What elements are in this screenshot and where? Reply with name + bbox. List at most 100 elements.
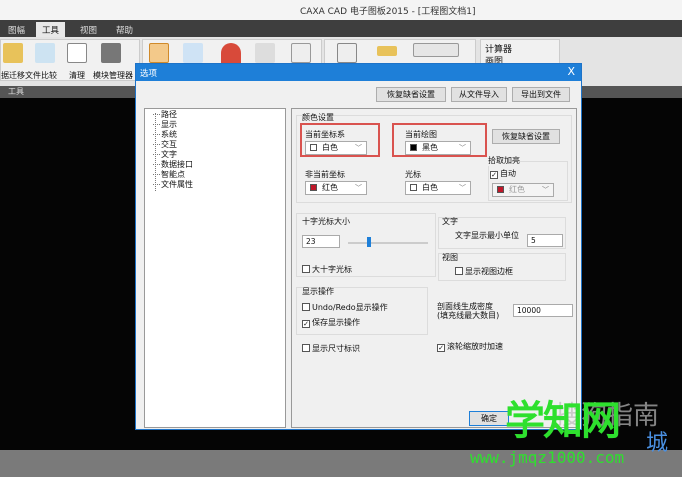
color-swatch xyxy=(497,186,504,193)
ok-button[interactable]: 确定 xyxy=(469,411,509,426)
text-style-icon[interactable] xyxy=(413,43,459,57)
ribbon-group-tools: 据迁移 文件比较 清理 模块管理器 xyxy=(0,39,140,81)
save-display-ops-label: 保存显示操作 xyxy=(312,318,360,327)
migrate-icon[interactable] xyxy=(3,43,23,63)
tab-view[interactable]: 视图 xyxy=(74,22,103,37)
color-restore-button[interactable]: 恢复缺省设置 xyxy=(492,129,560,144)
text-group-label: 文字 xyxy=(442,217,458,226)
options-dialog: 选项 X 恢复缺省设置 从文件导入 导出到文件 路径 显示 系统 交互 文字 数… xyxy=(135,63,582,430)
dialog-title: 选项 xyxy=(140,69,158,79)
show-view-border-checkbox[interactable]: 显示视图边框 xyxy=(455,266,513,277)
cursor-color-value: 白色 xyxy=(422,183,438,192)
hatch-label-1: 剖面线生成密度 xyxy=(437,302,493,311)
highlight-color-select: 红色 ﹀ xyxy=(492,183,554,197)
tree-item-file-properties[interactable]: 文件属性 xyxy=(153,180,193,189)
current-draw-select[interactable]: 黑色 ﹀ xyxy=(405,141,471,155)
checkbox-icon xyxy=(302,303,310,311)
options-tree: 路径 显示 系统 交互 文字 数据接口 智能点 文件属性 xyxy=(144,108,286,428)
chevron-down-icon: ﹀ xyxy=(542,186,549,194)
magnet-icon[interactable] xyxy=(221,43,241,63)
clean-button[interactable]: 清理 xyxy=(69,70,85,81)
compare-button[interactable]: 文件比较 xyxy=(25,70,57,81)
compare-icon[interactable] xyxy=(35,43,55,63)
check-icon[interactable] xyxy=(149,43,169,63)
show-view-border-label: 显示视图边框 xyxy=(465,267,513,276)
chevron-down-icon: ﹀ xyxy=(355,144,362,152)
big-crosshair-checkbox[interactable]: 大十字光标 xyxy=(302,264,352,275)
tree-item-system[interactable]: 系统 xyxy=(153,130,177,139)
tree-item-smart-point[interactable]: 智能点 xyxy=(153,170,185,179)
options-panel: 颜色设置 当前坐标系 白色 ﹀ 当前绘图 黑色 ﹀ 恢复缺省设置 非当前坐标 红色 ﹀… xyxy=(291,108,577,428)
chevron-down-icon: ﹀ xyxy=(355,184,362,192)
undo-redo-checkbox[interactable]: Undo/Redo显示操作 xyxy=(302,302,388,313)
crosshair-size-input[interactable]: 23 xyxy=(302,235,340,248)
module-manager-button[interactable]: 模块管理器 xyxy=(93,70,133,81)
auto-checkbox[interactable]: ✓ 自动 xyxy=(490,168,516,179)
checkbox-icon xyxy=(302,265,310,273)
display-ops-label: 显示操作 xyxy=(302,287,334,296)
text-min-unit-input[interactable]: 5 xyxy=(527,234,563,247)
import-from-file-button[interactable]: 从文件导入 xyxy=(451,87,507,102)
cursor-color-label: 光标 xyxy=(405,170,421,179)
show-dim-label: 显示尺寸标识 xyxy=(312,344,360,353)
highlight-group-label: 拾取加亮 xyxy=(488,155,520,166)
hatch-label-2: (填充线最大数目) xyxy=(437,311,500,320)
color-swatch xyxy=(410,184,417,191)
edit-icon[interactable] xyxy=(291,43,311,63)
color-settings-label: 颜色设置 xyxy=(302,112,334,123)
checkbox-icon xyxy=(455,267,463,275)
dialog-title-bar: 选项 X xyxy=(136,64,581,81)
current-draw-value: 黑色 xyxy=(422,143,438,152)
current-draw-label: 当前绘图 xyxy=(405,130,437,139)
current-coord-label: 当前坐标系 xyxy=(305,130,345,139)
tab-help[interactable]: 帮助 xyxy=(110,22,139,37)
noncurrent-coord-select[interactable]: 红色 ﹀ xyxy=(305,181,367,195)
noncurrent-coord-value: 红色 xyxy=(322,183,338,192)
hatch-density-label: 剖面线生成密度 (填充线最大数目) xyxy=(437,302,499,320)
tree-item-display[interactable]: 显示 xyxy=(153,120,177,129)
wheel-accel-label: 滚轮缩放时加速 xyxy=(447,342,503,351)
color-swatch xyxy=(310,184,317,191)
watermark-extra: 城 xyxy=(646,431,669,456)
current-coord-value: 白色 xyxy=(322,143,338,152)
tree-item-text[interactable]: 文字 xyxy=(153,150,177,159)
auto-label: 自动 xyxy=(500,169,516,178)
current-coord-select[interactable]: 白色 ﹀ xyxy=(305,141,367,155)
view-group-label: 视图 xyxy=(442,253,458,262)
noncurrent-coord-label: 非当前坐标 xyxy=(305,170,345,179)
show-dim-checkbox[interactable]: 显示尺寸标识 xyxy=(302,343,360,354)
window-title: CAXA CAD 电子图板2015 - [工程图文档1] xyxy=(300,7,476,17)
menu-bar: 图幅 工具 视图 帮助 xyxy=(0,20,682,37)
crosshair-slider[interactable] xyxy=(348,242,428,244)
brush-icon[interactable] xyxy=(255,43,275,63)
module-manager-icon[interactable] xyxy=(101,43,121,63)
tab-frame[interactable]: 图幅 xyxy=(2,22,31,37)
hatch-density-input[interactable]: 10000 xyxy=(513,304,573,317)
restore-defaults-button[interactable]: 恢复缺省设置 xyxy=(376,87,446,102)
clean-icon[interactable] xyxy=(67,43,87,63)
migrate-button[interactable]: 据迁移 xyxy=(1,70,25,81)
checkbox-icon xyxy=(302,344,310,352)
crosshair-slider-thumb[interactable] xyxy=(367,237,371,247)
watermark-main: 学知网 xyxy=(505,398,621,444)
close-icon[interactable]: X xyxy=(567,65,575,78)
script-icon[interactable] xyxy=(337,43,357,63)
wheel-accel-checkbox[interactable]: ✓ 滚轮缩放时加速 xyxy=(437,341,503,352)
ruler-icon[interactable] xyxy=(377,46,397,56)
cursor-color-select[interactable]: 白色 ﹀ xyxy=(405,181,471,195)
text-min-unit-label: 文字显示最小单位 xyxy=(455,231,519,240)
tree-item-path[interactable]: 路径 xyxy=(153,110,177,119)
checkbox-checked-icon: ✓ xyxy=(302,320,310,328)
tree-item-interaction[interactable]: 交互 xyxy=(153,140,177,149)
checkbox-checked-icon: ✓ xyxy=(437,344,445,352)
title-bar: CAXA CAD 电子图板2015 - [工程图文档1] xyxy=(0,0,682,20)
color-swatch xyxy=(310,144,317,151)
export-to-file-button[interactable]: 导出到文件 xyxy=(512,87,570,102)
tree-item-data-interface[interactable]: 数据接口 xyxy=(153,160,193,169)
undo-redo-label: Undo/Redo显示操作 xyxy=(312,303,388,312)
filter-icon[interactable] xyxy=(183,43,203,63)
chevron-down-icon: ﹀ xyxy=(459,184,466,192)
watermark-url: www.jmqz1000.com xyxy=(470,448,625,467)
tab-tools[interactable]: 工具 xyxy=(36,22,66,37)
save-display-ops-checkbox[interactable]: ✓ 保存显示操作 xyxy=(302,317,360,328)
